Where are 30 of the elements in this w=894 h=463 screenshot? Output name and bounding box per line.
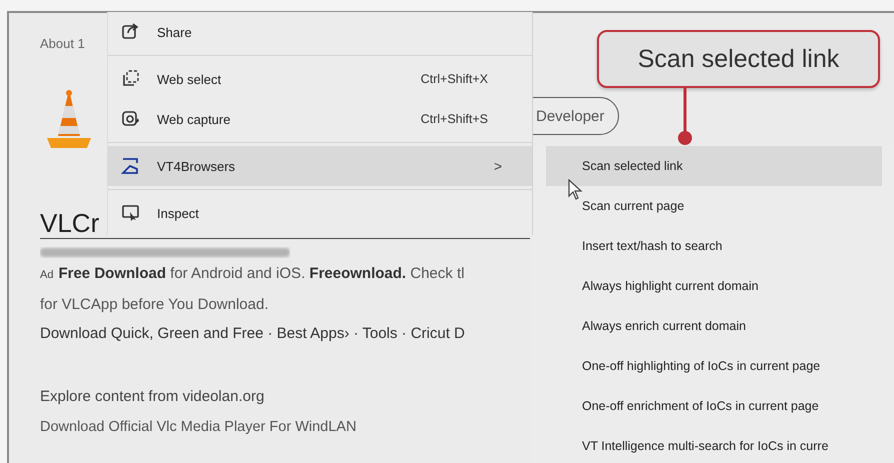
menu-item[interactable]: VT Intelligence multi-search for IoCs in curre xyxy=(532,426,882,463)
menu-item[interactable]: VT4Browsers > xyxy=(108,146,532,186)
section-link[interactable]: Download Official Vlc Media Player For WindLAN xyxy=(40,412,356,442)
chevron-icon: > xyxy=(494,158,502,174)
result-description: for VLCApp before You Download. xyxy=(40,296,268,313)
shortcut-text: Ctrl+Shift+X xyxy=(420,72,488,86)
menu-item[interactable]: Web select Ctrl+Shift+X xyxy=(108,59,532,99)
results-count: About 1 xyxy=(40,35,85,53)
camera-icon xyxy=(121,109,141,129)
menu-item[interactable]: Always highlight current domain xyxy=(532,266,882,306)
menu-item[interactable]: Insert text/hash to search xyxy=(532,226,882,266)
section-title: Explore content from videolan.org xyxy=(40,387,264,407)
menu-item[interactable]: Scan selected link xyxy=(546,146,882,186)
shortcut-text: Ctrl+Shift+S xyxy=(420,112,488,126)
callout-label: Scan selected link xyxy=(597,30,880,88)
mouse-cursor-icon xyxy=(567,179,583,201)
menu-item[interactable]: Inspect xyxy=(108,193,532,233)
result-description: Free Download for Android and iOS. Freeownload. Check tl xyxy=(58,265,464,282)
selection-icon xyxy=(121,69,141,89)
menu-item[interactable]: One-off highlighting of IoCs in current page xyxy=(532,346,882,386)
callout-pointer xyxy=(677,88,693,146)
inspect-icon xyxy=(121,203,141,223)
menu-item[interactable]: One-off enrichment of IoCs in current page xyxy=(532,386,882,426)
menu-item[interactable]: Always enrich current domain xyxy=(532,306,882,346)
menu-item[interactable]: Share xyxy=(108,12,532,52)
ad-label: Ad xyxy=(40,269,54,281)
share-icon xyxy=(121,22,141,42)
menu-item[interactable]: Scan current page xyxy=(532,186,882,226)
sitelinks[interactable]: Download Quick, Green and Free · Best Apps› · Tools · Cricut D xyxy=(40,319,465,348)
traffic-cone-icon xyxy=(45,88,93,150)
